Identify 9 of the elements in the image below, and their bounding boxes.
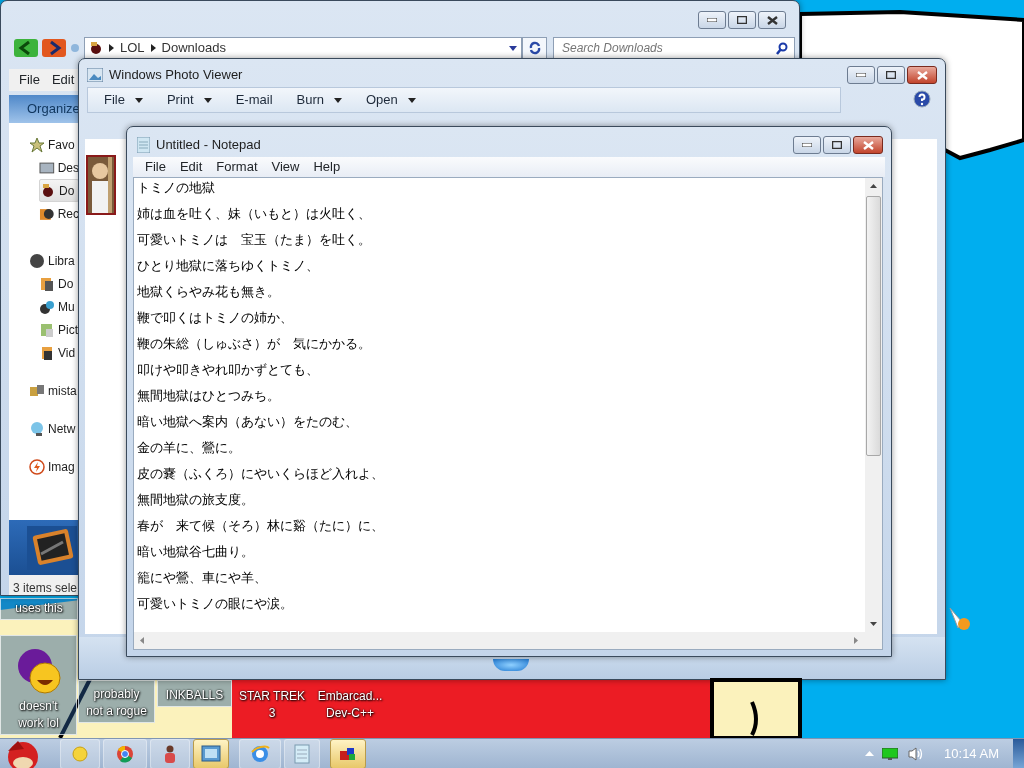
browser-icon — [115, 743, 135, 764]
notepad-icon — [292, 743, 312, 764]
speaker-icon[interactable] — [908, 746, 925, 761]
folder-icon — [70, 743, 90, 764]
taskbar-button[interactable] — [193, 738, 229, 768]
show-desktop-button[interactable] — [1013, 738, 1024, 768]
photo-icon — [201, 743, 221, 764]
taskbar-button[interactable] — [330, 738, 366, 768]
network-icon[interactable] — [882, 747, 899, 760]
